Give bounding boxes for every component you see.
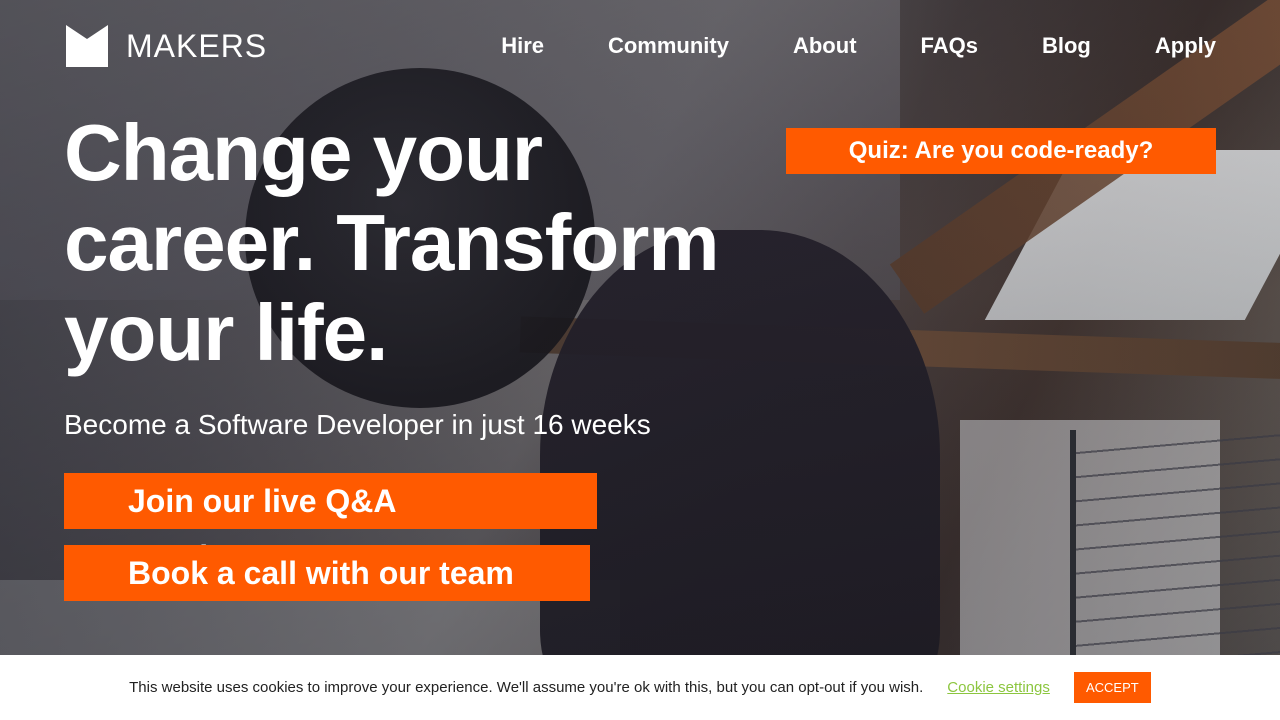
nav-item-hire[interactable]: Hire	[501, 32, 544, 60]
nav-item-about[interactable]: About	[793, 32, 857, 60]
makers-m-icon	[66, 25, 108, 67]
main-nav: Hire Community About FAQs Blog Apply	[501, 32, 1216, 60]
cookie-accept-button[interactable]: ACCEPT	[1073, 672, 1151, 703]
hero-subheadline: Become a Software Developer in just 16 w…	[64, 409, 651, 440]
nav-item-community[interactable]: Community	[608, 32, 729, 60]
cookie-consent-bar: This website uses cookies to improve you…	[0, 655, 1280, 720]
cookie-message: This website uses cookies to improve you…	[129, 679, 924, 696]
cookie-settings-link[interactable]: Cookie settings	[947, 679, 1050, 696]
nav-item-faqs[interactable]: FAQs	[921, 32, 978, 60]
join-qa-button[interactable]: Join our live Q&A sessions	[64, 473, 597, 575]
nav-item-apply[interactable]: Apply	[1155, 32, 1216, 60]
quiz-button[interactable]: Quiz: Are you code-ready?	[786, 128, 1216, 174]
hero-headline: Change your career. Transform your life.	[64, 108, 719, 377]
makers-logo[interactable]: MAKERS	[66, 25, 267, 67]
nav-item-blog[interactable]: Blog	[1042, 32, 1091, 60]
book-call-button[interactable]: Book a call with our team	[64, 545, 590, 601]
brand-name: MAKERS	[126, 28, 268, 64]
